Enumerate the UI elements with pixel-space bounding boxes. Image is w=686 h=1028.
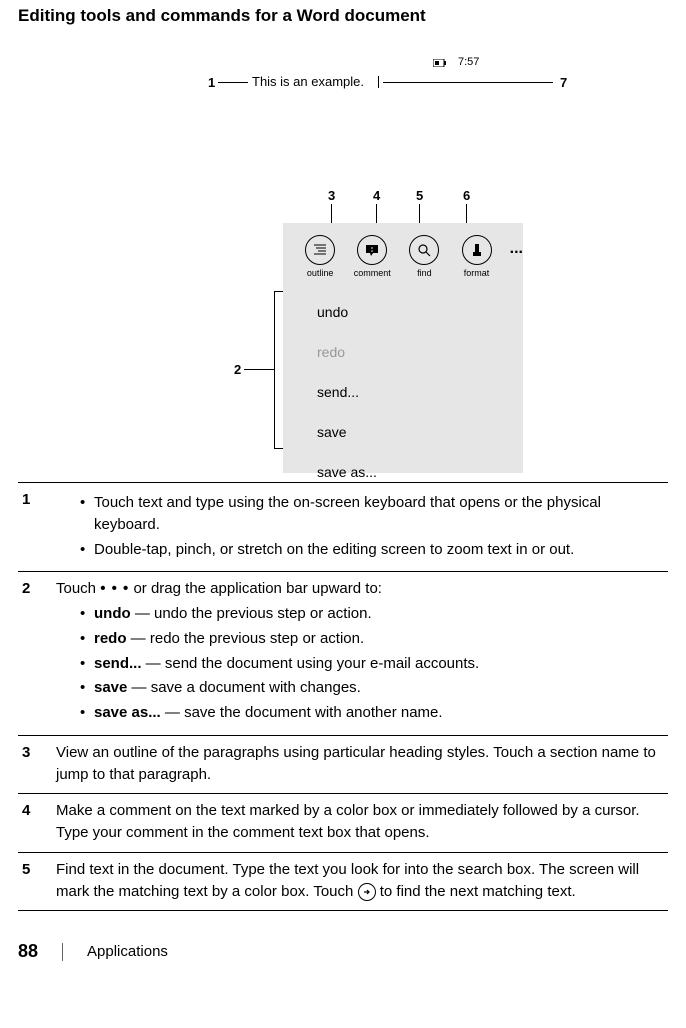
callout-6: 6 <box>463 188 470 203</box>
text: Make a comment on the text marked by a c… <box>52 794 668 853</box>
text: or drag the application bar upward to: <box>129 580 382 597</box>
row-num: 4 <box>18 794 52 853</box>
description-table: 1 Touch text and type using the on-scree… <box>18 482 668 911</box>
row-num: 3 <box>18 735 52 794</box>
row-num: 5 <box>18 852 52 911</box>
outline-button[interactable]: outline <box>301 235 339 278</box>
outline-label: outline <box>307 268 334 278</box>
list-item: redo — redo the previous step or action. <box>80 628 664 650</box>
callout-2: 2 <box>234 362 241 377</box>
find-button[interactable]: find <box>405 235 443 278</box>
text: View an outline of the paragraphs using … <box>52 735 668 794</box>
caption-text: This is an example. <box>252 74 364 89</box>
comment-button[interactable]: comment <box>353 235 391 278</box>
outline-icon <box>305 235 335 265</box>
find-icon <box>409 235 439 265</box>
comment-label: comment <box>354 268 391 278</box>
menu-list: undo redo send... save save as... <box>283 278 523 492</box>
format-label: format <box>464 268 490 278</box>
find-label: find <box>417 268 432 278</box>
footer-divider <box>62 943 63 961</box>
table-row: 3 View an outline of the paragraphs usin… <box>18 735 668 794</box>
next-arrow-icon <box>358 883 376 901</box>
menu-send[interactable]: send... <box>317 372 523 412</box>
format-icon <box>462 235 492 265</box>
menu-undo[interactable]: undo <box>317 292 523 332</box>
menu-redo[interactable]: redo <box>317 332 523 372</box>
battery-icon <box>433 58 447 70</box>
callout-3: 3 <box>328 188 335 203</box>
diagram: 7:57 1 This is an example. 7 3 4 5 6 2 o… <box>18 38 668 478</box>
list-item: Touch text and type using the on-screen … <box>80 492 664 536</box>
table-row: 2 Touch • • • or drag the application ba… <box>18 572 668 736</box>
toolbar: outline comment find format ... <box>283 223 523 278</box>
table-row: 5 Find text in the document. Type the te… <box>18 852 668 911</box>
text: to find the next matching text. <box>380 883 576 900</box>
callout-5: 5 <box>416 188 423 203</box>
callout-1: 1 <box>208 75 215 90</box>
table-row: 1 Touch text and type using the on-scree… <box>18 483 668 572</box>
menu-save[interactable]: save <box>317 412 523 452</box>
format-button[interactable]: format <box>457 235 495 278</box>
list-item: Double-tap, pinch, or stretch on the edi… <box>80 539 664 561</box>
callout-7: 7 <box>560 75 567 90</box>
footer: 88 Applications <box>18 941 668 974</box>
list-item: undo — undo the previous step or action. <box>80 603 664 625</box>
footer-section: Applications <box>87 943 168 960</box>
list-item: save — save a document with changes. <box>80 677 664 699</box>
more-button[interactable]: ... <box>510 235 523 257</box>
page-title: Editing tools and commands for a Word do… <box>18 0 668 38</box>
page-number: 88 <box>18 941 38 962</box>
text: Touch <box>56 580 100 597</box>
status-time: 7:57 <box>458 56 479 68</box>
ellipsis-icon: • • • <box>100 578 129 600</box>
comment-icon <box>357 235 387 265</box>
app-bar-panel: outline comment find format ... <box>283 223 523 473</box>
row-num: 2 <box>18 572 52 736</box>
list-item: send... — send the document using your e… <box>80 653 664 675</box>
table-row: 4 Make a comment on the text marked by a… <box>18 794 668 853</box>
menu-saveas[interactable]: save as... <box>317 452 523 492</box>
list-item: save as... — save the document with anot… <box>80 702 664 724</box>
row-num: 1 <box>18 483 52 572</box>
callout-4: 4 <box>373 188 380 203</box>
